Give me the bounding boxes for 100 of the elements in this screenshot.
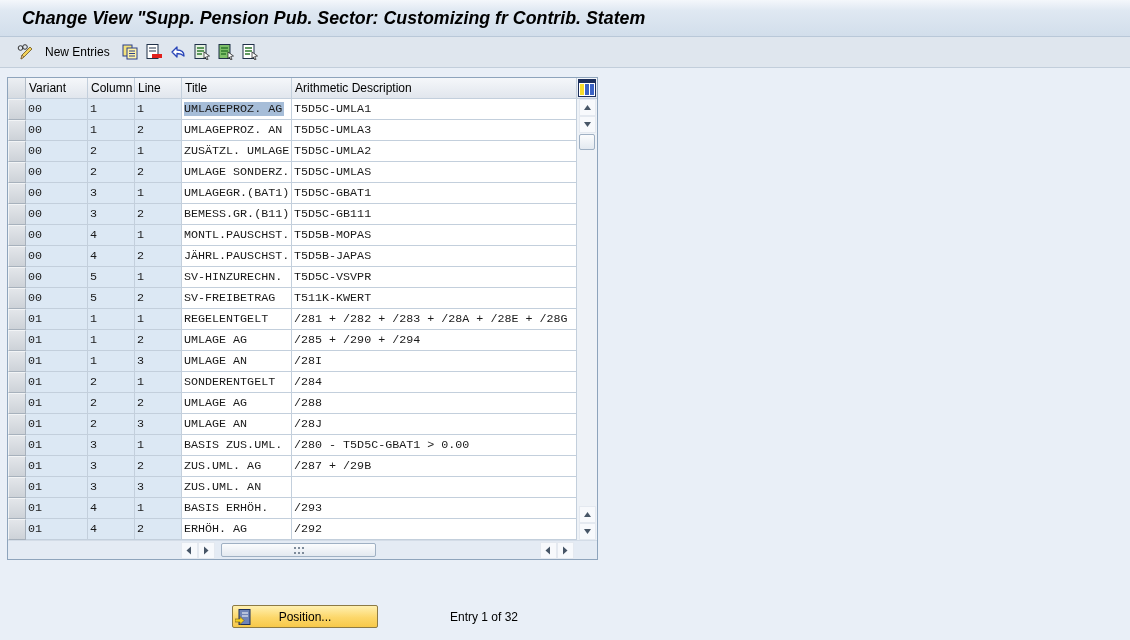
row-selector[interactable] [8,498,26,519]
table-cell[interactable]: /284 [292,372,577,393]
table-cell[interactable]: UMLAGEGR.(BAT1) [182,183,292,204]
table-cell[interactable]: /292 [292,519,577,540]
table-cell[interactable]: BEMESS.GR.(B11) [182,204,292,225]
table-cell: 1 [135,435,182,456]
table-cell[interactable]: SV-HINZURECHN. [182,267,292,288]
table-cell[interactable]: /280 - T5D5C-GBAT1 > 0.00 [292,435,577,456]
table-cell: 01 [26,330,88,351]
table-cell[interactable]: SV-FREIBETRAG [182,288,292,309]
table-cell[interactable]: MONTL.PAUSCHST. [182,225,292,246]
scroll-down-button[interactable] [578,116,596,133]
scroll-left-button[interactable] [181,541,198,559]
row-selector[interactable] [8,246,26,267]
table-cell[interactable]: JÄHRL.PAUSCHST. [182,246,292,267]
scroll-right-button[interactable] [557,541,574,559]
table-cell[interactable]: T5D5C-VSVPR [292,267,577,288]
table-cell[interactable]: UMLAGE AN [182,351,292,372]
table-cell[interactable]: T5D5B-JAPAS [292,246,577,267]
filled-list-pointer-icon[interactable] [217,44,234,60]
table-cell[interactable]: REGELENTGELT [182,309,292,330]
new-entries-button[interactable]: New Entries [45,45,110,59]
table-cell[interactable]: T5D5C-UMLA1 [292,99,577,120]
table-cell[interactable]: /287 + /29B [292,456,577,477]
table-cell[interactable]: UMLAGE AN [182,414,292,435]
table-cell: 1 [135,267,182,288]
row-selector[interactable] [8,225,26,246]
table-cell[interactable]: /28I [292,351,577,372]
row-selector[interactable] [8,204,26,225]
table-cell: 2 [135,456,182,477]
column-header[interactable]: Arithmetic Description [292,78,577,99]
scroll-left-button[interactable] [540,541,557,559]
table-cell[interactable]: ZUSÄTZL. UMLAGE [182,141,292,162]
table-cell[interactable]: UMLAGE AG [182,393,292,414]
row-selector[interactable] [8,435,26,456]
table-cell[interactable]: UMLAGE AG [182,330,292,351]
table-cell[interactable]: /288 [292,393,577,414]
row-selector[interactable] [8,309,26,330]
table-cell[interactable]: ZUS.UML. AG [182,456,292,477]
table-cell[interactable]: T5D5B-MOPAS [292,225,577,246]
column-header[interactable]: Title [182,78,292,99]
scroll-down-button[interactable] [578,523,596,540]
row-selector[interactable] [8,120,26,141]
column-header[interactable]: Column [88,78,135,99]
table-cell[interactable]: T5D5C-GB111 [292,204,577,225]
row-selector[interactable] [8,372,26,393]
row-selector[interactable] [8,351,26,372]
table-cell[interactable]: BASIS ZUS.UML. [182,435,292,456]
list-pointer-icon[interactable] [193,44,210,60]
columns-icon[interactable] [578,79,596,97]
table-cell[interactable]: T5D5C-UMLAS [292,162,577,183]
blank-list-pointer-icon[interactable] [241,44,258,60]
scroll-thumb[interactable] [221,543,376,557]
scroll-up-button[interactable] [578,506,596,523]
row-selector[interactable] [8,519,26,540]
table-cell[interactable]: /285 + /290 + /294 [292,330,577,351]
table-cell[interactable]: /28J [292,414,577,435]
table-cell[interactable]: T5D5C-GBAT1 [292,183,577,204]
table-cell[interactable]: T511K-KWERT [292,288,577,309]
table-cell: 00 [26,225,88,246]
scroll-right-button[interactable] [198,541,215,559]
table-cell[interactable]: T5D5C-UMLA3 [292,120,577,141]
row-selector[interactable] [8,99,26,120]
copy-icon[interactable] [121,44,138,60]
column-header[interactable]: Line [135,78,182,99]
window-title: Change View "Supp. Pension Pub. Sector: Customizing fr Contrib. Statem [22,7,646,29]
table-cell: 1 [88,351,135,372]
table-cell: 2 [88,372,135,393]
row-selector[interactable] [8,162,26,183]
table-cell[interactable]: UMLAGEPROZ. AN [182,120,292,141]
table-cell[interactable]: T5D5C-UMLA2 [292,141,577,162]
table-cell[interactable]: SONDERENTGELT [182,372,292,393]
table-cell[interactable]: /281 + /282 + /283 + /28A + /28E + /28G [292,309,577,330]
scroll-thumb[interactable] [579,134,595,150]
row-selector[interactable] [8,183,26,204]
row-selector[interactable] [8,330,26,351]
row-selector[interactable] [8,456,26,477]
table-cell[interactable]: ZUS.UML. AN [182,477,292,498]
row-selector[interactable] [8,414,26,435]
document-minus-icon[interactable] [145,44,162,60]
row-selector[interactable] [8,477,26,498]
table-cell[interactable]: /293 [292,498,577,519]
table-cell: 3 [88,183,135,204]
grip-icon [293,546,304,554]
column-header[interactable]: Variant [26,78,88,99]
table-cell: 00 [26,204,88,225]
table-cell[interactable]: UMLAGE SONDERZ. [182,162,292,183]
corner-selector[interactable] [8,78,26,99]
table-cell[interactable]: ERHÖH. AG [182,519,292,540]
row-selector[interactable] [8,393,26,414]
table-cell[interactable]: UMLAGEPROZ. AG [182,99,292,120]
table-cell[interactable]: BASIS ERHÖH. [182,498,292,519]
triangle-down-icon [582,527,592,536]
position-button[interactable]: Position... [232,605,378,628]
undo-icon[interactable] [169,44,186,60]
scroll-up-button[interactable] [578,99,596,116]
row-selector[interactable] [8,141,26,162]
row-selector[interactable] [8,288,26,309]
pencil-glasses-icon[interactable] [17,44,33,60]
row-selector[interactable] [8,267,26,288]
